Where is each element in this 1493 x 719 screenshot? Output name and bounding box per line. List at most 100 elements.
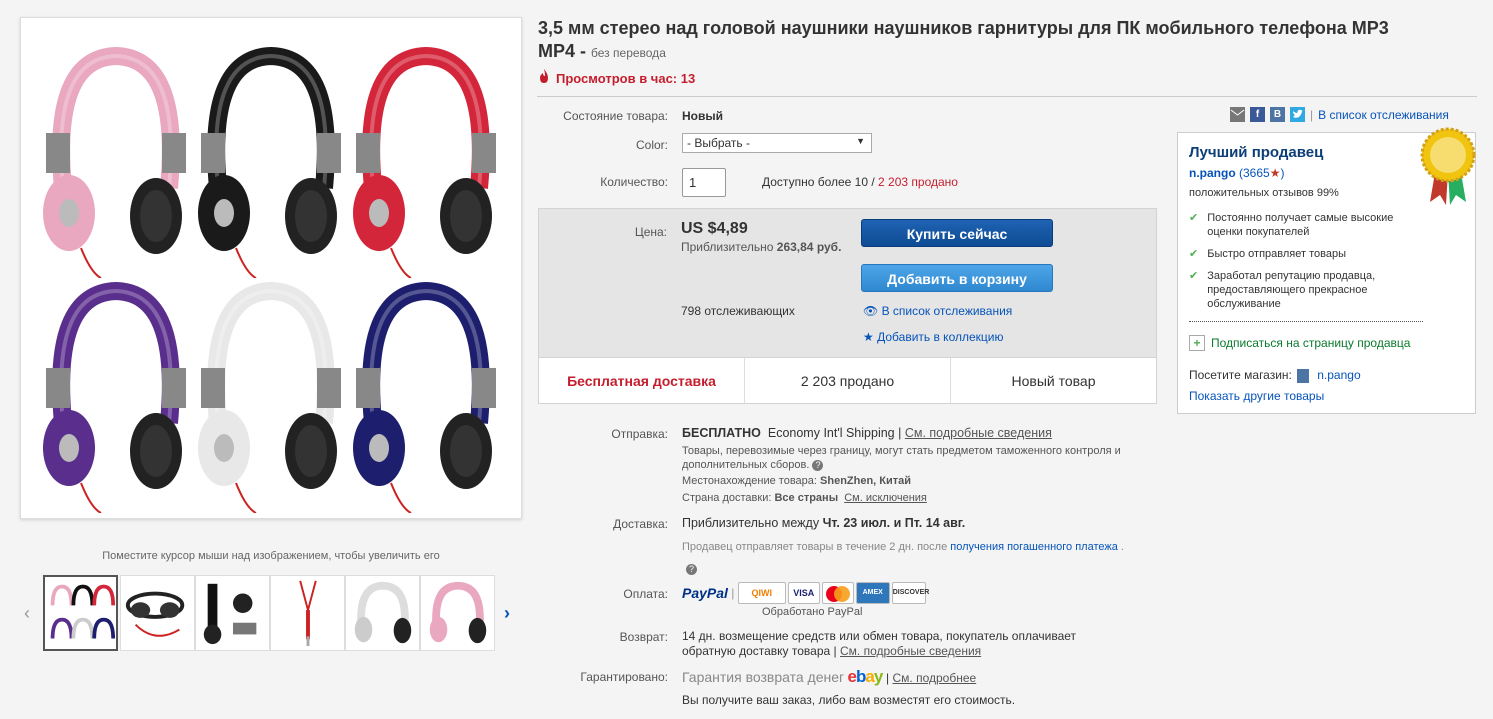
watchlist-link[interactable]: В список отслеживания [1318,108,1449,122]
thumbnail-strip: ‹ › [22,575,522,653]
guarantee-details-link[interactable]: См. подробнее [892,671,976,685]
page-title: 3,5 мм стерео над головой наушники наушн… [538,18,1389,61]
price-box: Цена: US $4,89 Приблизительно 263,84 руб… [538,208,1157,404]
returns-details-link[interactable]: См. подробные сведения [840,644,981,658]
store-icon [1297,368,1310,383]
sold-count: 2 203 продано [878,175,958,189]
quantity-label: Количество: [600,175,668,189]
payment-methods: PayPal | QIWI VISA AMEX DISCOVER [682,582,929,604]
divider [537,96,1477,97]
payment-label: Оплата: [623,587,668,601]
next-arrow-icon[interactable]: › [504,603,510,624]
check-icon: ✔ [1189,248,1199,260]
color-select[interactable]: - Выбрать - ▼ [682,133,872,153]
approx-price: Приблизительно 263,84 руб. [681,240,842,254]
money-back-guarantee: Гарантия возврата денег ebay | См. подро… [682,667,977,686]
help-icon[interactable]: ? [812,460,824,471]
watchlist-action[interactable]: 👁 В список отслеживания [863,304,1012,318]
store-link[interactable]: n.pango [1317,368,1360,382]
thumbnail[interactable] [270,575,345,651]
guarantee-note: Вы получите ваш заказ, либо вам возместя… [682,693,1016,707]
seller-point: ✔ Постоянно получает самые высокие оценки… [1189,212,1394,238]
qiwi-icon: QIWI [737,582,786,604]
twitter-icon[interactable] [1290,107,1305,122]
highlights-strip: Бесплатная доставка 2 203 продано Новый … [539,357,1156,403]
payment-cleared-link[interactable]: получения погашенного платежа [950,541,1118,553]
amex-icon: AMEX [855,582,890,604]
headphones-image [21,18,521,518]
price-label: Цена: [634,225,667,239]
seller-info: n.pango (3665★) [1189,166,1285,180]
thumbnail[interactable] [43,575,118,651]
condition-value: Новый [682,109,723,123]
delivery-label: Доставка: [613,517,668,531]
prev-arrow-icon[interactable]: ‹ [24,603,30,624]
discover-icon: DISCOVER [891,582,929,604]
check-icon: ✔ [1189,212,1199,224]
seller-points: ✔ Постоянно получает самые высокие оценки… [1189,211,1429,311]
shipping-label: Отправка: [611,427,668,441]
visa-icon: VISA [787,582,820,604]
add-to-cart-button[interactable]: Добавить в корзину [861,264,1053,292]
collection-action[interactable]: ★ Добавить в коллекцию [863,330,1003,344]
shipping-info: БЕСПЛАТНО Economy Int'l Shipping | См. п… [682,426,1052,440]
free-shipping-badge: Бесплатная доставка [539,358,745,403]
visit-store: Посетите магазин: n.pango [1189,368,1361,383]
no-translate-label: без перевода [591,46,666,60]
shipping-details-link[interactable]: См. подробные сведения [905,426,1052,440]
ship-to: Страна доставки: Все страны См. исключен… [682,492,927,504]
delivery-dates: Приблизительно между Чт. 23 июл. и Пт. 1… [682,516,966,530]
availability: Доступно более 10 / 2 203 продано [762,175,958,189]
eye-icon: 👁 [863,304,879,318]
subscribe-link[interactable]: + Подписаться на страницу продавца [1189,335,1410,351]
dropdown-arrow-icon: ▼ [856,136,865,146]
thumbnail[interactable] [345,575,420,651]
dispatch-note: Продавец отправляет товары в течение 2 д… [682,541,1124,575]
item-location: Местонахождение товара: ShenZhen, Китай [682,475,912,487]
returns-label: Возврат: [619,630,668,644]
feedback-score[interactable]: (3665 [1239,166,1270,180]
seller-name-link[interactable]: n.pango [1189,166,1236,180]
main-product-image[interactable] [20,17,522,519]
quantity-input[interactable]: 1 [682,168,726,197]
facebook-icon[interactable]: f [1250,107,1265,122]
divider [1189,321,1423,322]
paypal-logo: PayPal [682,585,728,601]
thumbnail[interactable] [195,575,270,651]
sold-badge: 2 203 продано [745,358,951,403]
mastercard-icon [821,582,854,604]
separator: | [1310,107,1314,122]
ebay-logo: ebay [847,667,883,686]
top-seller-title: Лучший продавец [1189,144,1324,161]
feedback-percent: положительных отзывов 99% [1189,187,1339,199]
seller-point: ✔ Быстро отправляет товары [1189,248,1346,260]
help-icon[interactable]: ? [686,564,697,575]
watchers-count: 798 отслеживающих [681,304,795,318]
flame-icon [538,69,550,86]
price-value: US $4,89 [681,220,748,237]
color-label: Color: [635,138,668,152]
seller-point: ✔ Заработал репутацию продавца, предостав… [1189,270,1376,310]
other-items-link[interactable]: Показать другие товары [1189,389,1324,403]
vk-icon[interactable]: B [1270,107,1285,122]
share-bar: f B | В список отслеживания [1230,107,1449,122]
top-seller-badge-icon [1420,127,1476,205]
views-per-hour: Просмотров в час: 13 [538,69,695,86]
thumbnail[interactable] [420,575,495,651]
returns-policy: 14 дн. возмещение средств или обмен това… [682,629,1077,658]
seller-box: Лучший продавец n.pango (3665★) положите… [1177,127,1476,414]
processed-by: Обработано PayPal [762,606,863,618]
star-icon: ★ [1269,166,1281,180]
star-icon: ★ [863,330,874,344]
condition-label: Состояние товара: [563,109,668,123]
plus-icon: + [1189,335,1205,351]
thumbnail[interactable] [120,575,195,651]
new-item-badge: Новый товар [1011,373,1096,389]
check-icon: ✔ [1189,270,1199,282]
exclusions-link[interactable]: См. исключения [844,492,927,504]
zoom-hint: Поместите курсор мыши над изображением, … [102,550,440,562]
customs-note: Товары, перевозимые через границу, могут… [682,445,1121,471]
buy-now-button[interactable]: Купить сейчас [861,219,1053,247]
email-icon[interactable] [1230,107,1245,122]
guarantee-label: Гарантировано: [580,670,668,684]
